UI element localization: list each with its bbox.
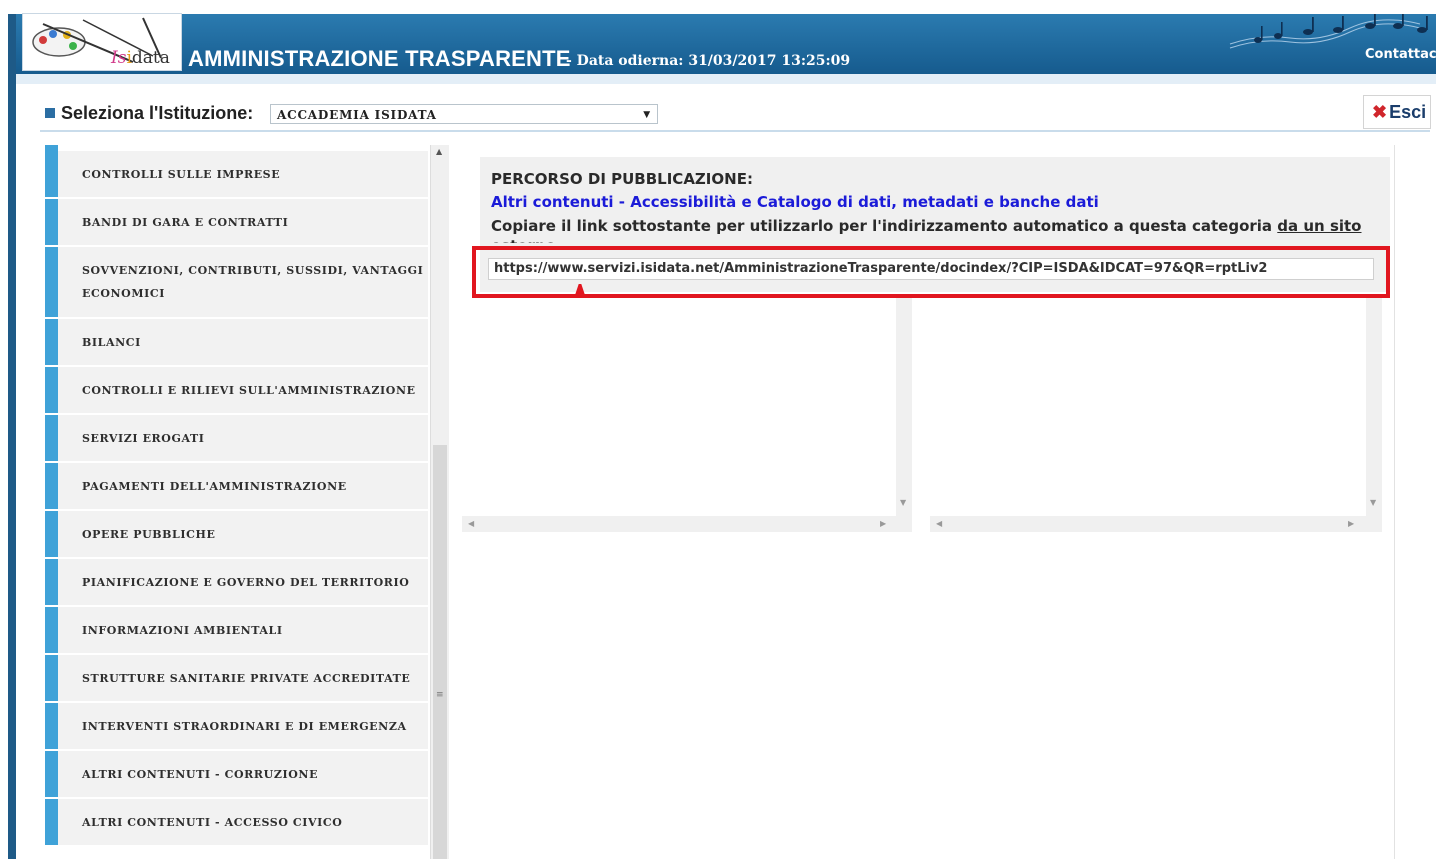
close-x-icon: ✖ (1372, 102, 1388, 122)
menu-item[interactable]: CONTROLLI E RILIEVI SULL'AMMINISTRAZIONE (45, 367, 428, 413)
publication-instructions: Copiare il link sottostante per utilizza… (491, 216, 1371, 243)
sidebar-menu: CONTROLLI SULLE IMPRESE BANDI DI GARA E … (45, 145, 428, 859)
vertical-scrollbar[interactable]: ▼ (896, 298, 912, 516)
menu-item[interactable]: PAGAMENTI DELL'AMMINISTRAZIONE (45, 463, 428, 509)
scroll-right-icon[interactable]: ▶ (1348, 519, 1354, 528)
publication-heading: PERCORSO DI PUBBLICAZIONE: (491, 170, 753, 188)
institution-select[interactable]: ACCADEMIA ISIDATA ▼ (270, 104, 658, 124)
menu-item[interactable]: INTERVENTI STRAORDINARI E DI EMERGENZA (45, 703, 428, 749)
scroll-down-icon[interactable]: ▼ (1370, 498, 1376, 507)
left-edge-bar (8, 14, 16, 859)
vertical-scrollbar[interactable]: ▼ (1366, 298, 1382, 516)
scroll-right-icon[interactable]: ▶ (880, 519, 886, 528)
caret-down-icon[interactable]: ▼ (643, 105, 651, 125)
menu-item[interactable]: STRUTTURE SANITARIE PRIVATE ACCREDITATE (45, 655, 428, 701)
menu-item[interactable]: SERVIZI EROGATI (45, 415, 428, 461)
publication-path: Altri contenuti - Accessibilità e Catalo… (491, 193, 1099, 211)
scrollbar-thumb[interactable] (433, 445, 447, 859)
menu-scrollbar[interactable]: ▲ ≡ (430, 145, 449, 859)
current-date: - Data odierna: 31/03/2017 13:25:09 (566, 53, 851, 69)
menu-item[interactable]: SOVVENZIONI, CONTRIBUTI, SUSSIDI, VANTAG… (45, 247, 428, 317)
exit-button[interactable]: ✖ Esci (1363, 95, 1431, 129)
toolbar-divider (40, 130, 1430, 132)
institution-selected-value: ACCADEMIA ISIDATA (277, 108, 437, 122)
app-title: AMMINISTRAZIONE TRASPARENTE (188, 46, 571, 71)
institution-label: Seleziona l'Istituzione: (45, 103, 253, 124)
menu-item[interactable]: BANDI DI GARA E CONTRATTI (45, 199, 428, 245)
horizontal-scrollbar[interactable]: ◀ ▶ (930, 516, 1382, 532)
menu-item[interactable]: ALTRI CONTENUTI - ACCESSO CIVICO (45, 799, 428, 845)
scroll-up-icon[interactable]: ▲ (436, 147, 442, 156)
scroll-down-icon[interactable]: ▼ (900, 498, 906, 507)
menu-item[interactable]: CONTROLLI SULLE IMPRESE (45, 151, 428, 197)
scroll-left-icon[interactable]: ◀ (468, 519, 474, 528)
menu-item[interactable]: ALTRI CONTENUTI - CORRUZIONE (45, 751, 428, 797)
header-separator (16, 74, 1436, 84)
menu-item[interactable]: OPERE PUBBLICHE (45, 511, 428, 557)
menu-item[interactable]: BILANCI (45, 319, 428, 365)
logo-wordmark: Isidata (111, 48, 170, 68)
menu-item[interactable]: INFORMAZIONI AMBIENTALI (45, 607, 428, 653)
isidata-logo[interactable]: Isidata (22, 13, 182, 71)
contact-link[interactable]: Contattac (1365, 47, 1436, 62)
menu-item[interactable]: PIANIFICAZIONE E GOVERNO DEL TERRITORIO (45, 559, 428, 605)
grip-icon: ≡ (436, 690, 444, 700)
horizontal-scrollbar[interactable]: ◀ ▶ (462, 516, 912, 532)
scroll-left-icon[interactable]: ◀ (936, 519, 942, 528)
grid-bullet-icon (45, 108, 55, 118)
left-preview-pane: ▼ ◀ ▶ (462, 298, 912, 532)
right-preview-pane: ▼ ◀ ▶ (930, 298, 1382, 532)
